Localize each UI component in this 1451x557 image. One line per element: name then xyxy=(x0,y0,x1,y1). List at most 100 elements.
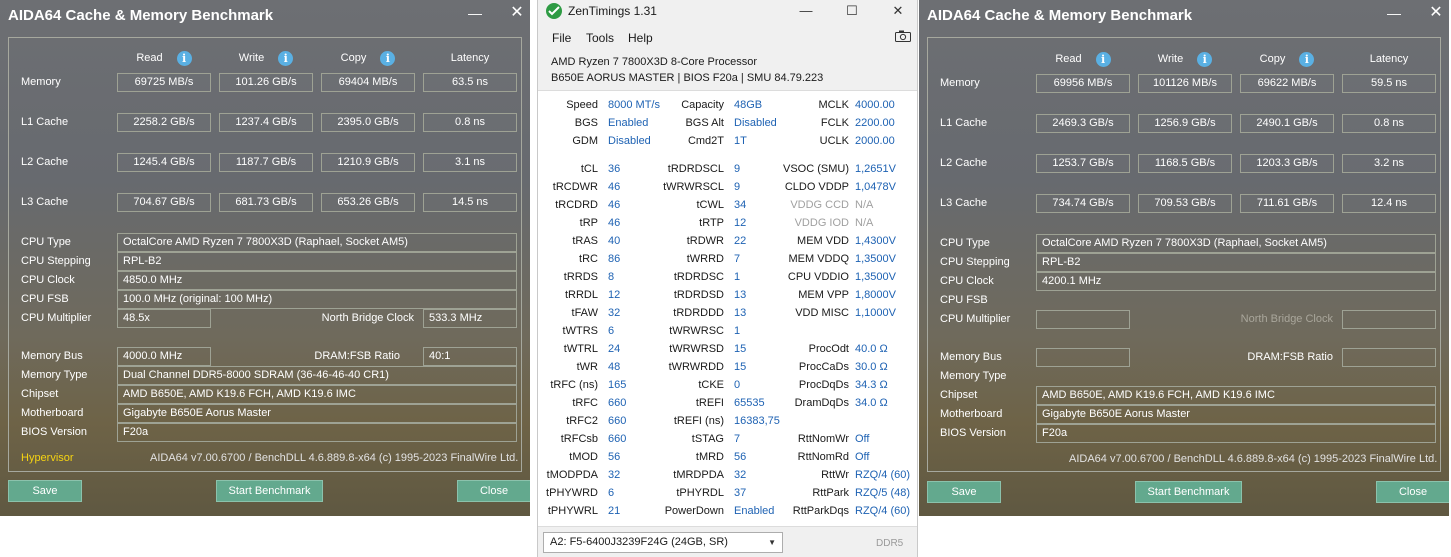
bios-label: BIOS Version xyxy=(940,427,1007,439)
timing-label: tRDWR xyxy=(686,235,724,247)
info-icon[interactable]: i xyxy=(1299,51,1315,67)
version-footer: AIDA64 v7.00.6700 / BenchDLL 4.6.889.8-x… xyxy=(1069,453,1438,465)
info-icon[interactable]: i xyxy=(1095,51,1111,67)
minimize-button[interactable]: — xyxy=(463,2,487,24)
start-benchmark-button[interactable]: Start Benchmark xyxy=(216,480,323,502)
timing-label: ProcOdt xyxy=(808,343,849,355)
info-icon[interactable]: i xyxy=(380,50,396,66)
version-footer: AIDA64 v7.00.6700 / BenchDLL 4.6.889.8-x… xyxy=(150,452,519,464)
timing-label: RttNomWr xyxy=(797,433,849,445)
timing-label: RttParkDqs xyxy=(792,505,849,517)
nb-clock-label: North Bridge Clock xyxy=(321,312,414,324)
timing-label: tCL xyxy=(580,163,598,175)
row-label-l3: L3 Cache xyxy=(940,197,988,209)
close-button[interactable]: Close xyxy=(1376,481,1449,503)
timing-value: 4000.00 xyxy=(855,99,895,111)
timing-label: tRFCsb xyxy=(560,433,598,445)
timing-value: 2200.00 xyxy=(855,117,895,129)
timing-label: tRRDS xyxy=(563,271,598,283)
timing-value: 40.0 Ω xyxy=(855,343,888,355)
timing-value: RZQ/5 (48) xyxy=(855,487,911,499)
motherboard-label: Motherboard xyxy=(21,407,84,419)
header-write: Write i xyxy=(1138,49,1232,69)
info-icon[interactable]: i xyxy=(278,50,294,66)
memory-write: 101.26 GB/s xyxy=(219,73,313,92)
timing-label: tSTAG xyxy=(691,433,724,445)
aida64-window-right: AIDA64 Cache & Memory Benchmark — ✕ Read… xyxy=(919,0,1449,516)
menu-tools[interactable]: Tools xyxy=(586,31,614,45)
row-label-l3: L3 Cache xyxy=(21,196,69,208)
timing-label: tWTRL xyxy=(563,343,598,355)
l3-latency: 14.5 ns xyxy=(423,193,517,212)
timing-label: MCLK xyxy=(818,99,849,111)
timing-value: N/A xyxy=(855,217,874,229)
motherboard-value: Gigabyte B650E Aorus Master xyxy=(1036,405,1436,424)
maximize-button[interactable]: ☐ xyxy=(838,2,866,20)
header-copy: Copy i xyxy=(1240,49,1334,69)
hypervisor-label: Hypervisor xyxy=(21,452,74,464)
minimize-button[interactable]: — xyxy=(1382,2,1406,24)
timing-label: tCKE xyxy=(698,379,724,391)
timing-value: 2000.00 xyxy=(855,135,895,147)
l1-latency: 0.8 ns xyxy=(1342,114,1436,133)
l2-latency: 3.1 ns xyxy=(423,153,517,172)
cpu-fsb-label: CPU FSB xyxy=(940,294,988,306)
close-icon[interactable]: ✕ xyxy=(884,2,912,20)
l1-write: 1237.4 GB/s xyxy=(219,113,313,132)
cpu-type-value: OctalCore AMD Ryzen 7 7800X3D (Raphael, … xyxy=(117,233,517,252)
header-read: Read i xyxy=(1036,49,1130,69)
module-select[interactable]: A2: F5-6400J3239F24G (24GB, SR) ▼ xyxy=(543,532,783,553)
start-benchmark-button[interactable]: Start Benchmark xyxy=(1135,481,1242,503)
l1-write: 1256.9 GB/s xyxy=(1138,114,1232,133)
memory-latency: 59.5 ns xyxy=(1342,74,1436,93)
timing-label: tRFC xyxy=(572,397,598,409)
minimize-button[interactable]: — xyxy=(792,2,820,20)
timing-label: VSOC (SMU) xyxy=(783,163,849,175)
l3-latency: 12.4 ns xyxy=(1342,194,1436,213)
timing-label: Cmd2T xyxy=(687,135,724,147)
menu-help[interactable]: Help xyxy=(628,31,653,45)
cpu-clock-label: CPU Clock xyxy=(21,274,75,286)
l1-read: 2469.3 GB/s xyxy=(1036,114,1130,133)
memory-bus-value: 4000.0 MHz xyxy=(117,347,211,366)
save-button[interactable]: Save xyxy=(8,480,82,502)
save-button[interactable]: Save xyxy=(927,481,1001,503)
l2-write: 1187.7 GB/s xyxy=(219,153,313,172)
info-icon[interactable]: i xyxy=(1197,51,1213,67)
memory-type-label: DDR5 xyxy=(876,538,904,549)
cpu-fsb-value: 100.0 MHz (original: 100 MHz) xyxy=(117,290,517,309)
close-icon[interactable]: ✕ xyxy=(1424,2,1448,24)
cpu-type-label: CPU Type xyxy=(940,237,990,249)
row-label-memory: Memory xyxy=(940,77,980,89)
row-label-l1: L1 Cache xyxy=(940,117,988,129)
timing-label: tRDRDDD xyxy=(673,307,724,319)
timing-label: BGS xyxy=(574,117,598,129)
header-write: Write i xyxy=(219,48,313,68)
cpu-stepping-label: CPU Stepping xyxy=(940,256,1010,268)
menu-file[interactable]: File xyxy=(552,31,571,45)
chipset-value: AMD B650E, AMD K19.6 FCH, AMD K19.6 IMC xyxy=(117,385,517,404)
board-info: B650E AORUS MASTER | BIOS F20a | SMU 84.… xyxy=(551,72,824,84)
timing-label: tRDRDSD xyxy=(673,289,724,301)
timing-label: UCLK xyxy=(819,135,849,147)
timing-label: tRP xyxy=(579,217,598,229)
dram-ratio-label: DRAM:FSB Ratio xyxy=(314,350,400,362)
cpu-multiplier-value xyxy=(1036,310,1130,329)
close-button[interactable]: Close xyxy=(457,480,530,502)
dram-ratio-value: 40:1 xyxy=(423,347,517,366)
l1-latency: 0.8 ns xyxy=(423,113,517,132)
footer-bar: A2: F5-6400J3239F24G (24GB, SR) ▼ DDR5 xyxy=(538,526,917,557)
bios-value: F20a xyxy=(1036,424,1436,443)
close-icon[interactable]: ✕ xyxy=(505,2,529,24)
memory-write: 101126 MB/s xyxy=(1138,74,1232,93)
info-icon[interactable]: i xyxy=(176,50,192,66)
chipset-label: Chipset xyxy=(940,389,978,401)
memory-copy: 69622 MB/s xyxy=(1240,74,1334,93)
timing-label: tWRWRSD xyxy=(669,343,724,355)
screenshot-camera-icon[interactable] xyxy=(895,30,911,42)
memory-read: 69725 MB/s xyxy=(117,73,211,92)
memory-read: 69956 MB/s xyxy=(1036,74,1130,93)
timing-label: RttPark xyxy=(812,487,849,499)
cpu-stepping-value: RPL-B2 xyxy=(1036,253,1436,272)
timing-label: tPHYRDL xyxy=(676,487,724,499)
